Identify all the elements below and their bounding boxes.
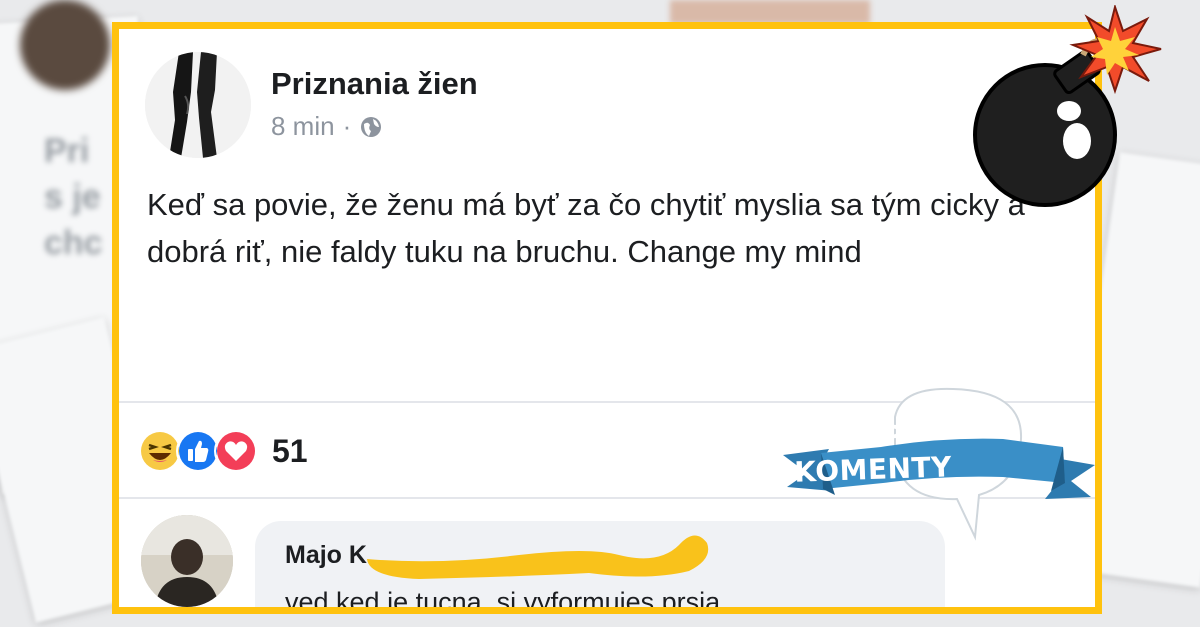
comment-text: ved ked je tucna, si vyformujes prsia (285, 587, 721, 614)
comment-author-first: Majo (285, 541, 342, 569)
love-reaction-icon (214, 429, 258, 473)
page-name[interactable]: Priznania žien (271, 66, 478, 102)
post-meta: 8 min · (271, 111, 383, 142)
meta-separator: · (342, 111, 352, 141)
legs-photo-icon (145, 52, 251, 158)
page-avatar[interactable] (145, 52, 251, 158)
post-frame: Priznania žien 8 min · Keď sa povie, že … (112, 22, 1102, 614)
post-timestamp[interactable]: 8 min (271, 111, 335, 142)
globe-icon (361, 116, 382, 137)
censor-scribble (367, 535, 709, 579)
post-text: Keď sa povie, že ženu má byť za čo chyti… (147, 187, 1025, 269)
background-photo-blur (670, 0, 870, 24)
comment-avatar[interactable] (141, 515, 233, 607)
background-avatar-blur (20, 0, 110, 90)
profile-photo-icon (141, 515, 233, 607)
top-comments-label: TOP KOMENTY (793, 418, 953, 489)
bomb-icon (973, 5, 1162, 207)
reaction-count[interactable]: 51 (272, 433, 308, 470)
comment-author[interactable]: Majo K (285, 541, 367, 570)
background-blur-text-left: Pri s je chc (44, 132, 103, 262)
reactions-summary[interactable]: 51 (138, 429, 308, 473)
